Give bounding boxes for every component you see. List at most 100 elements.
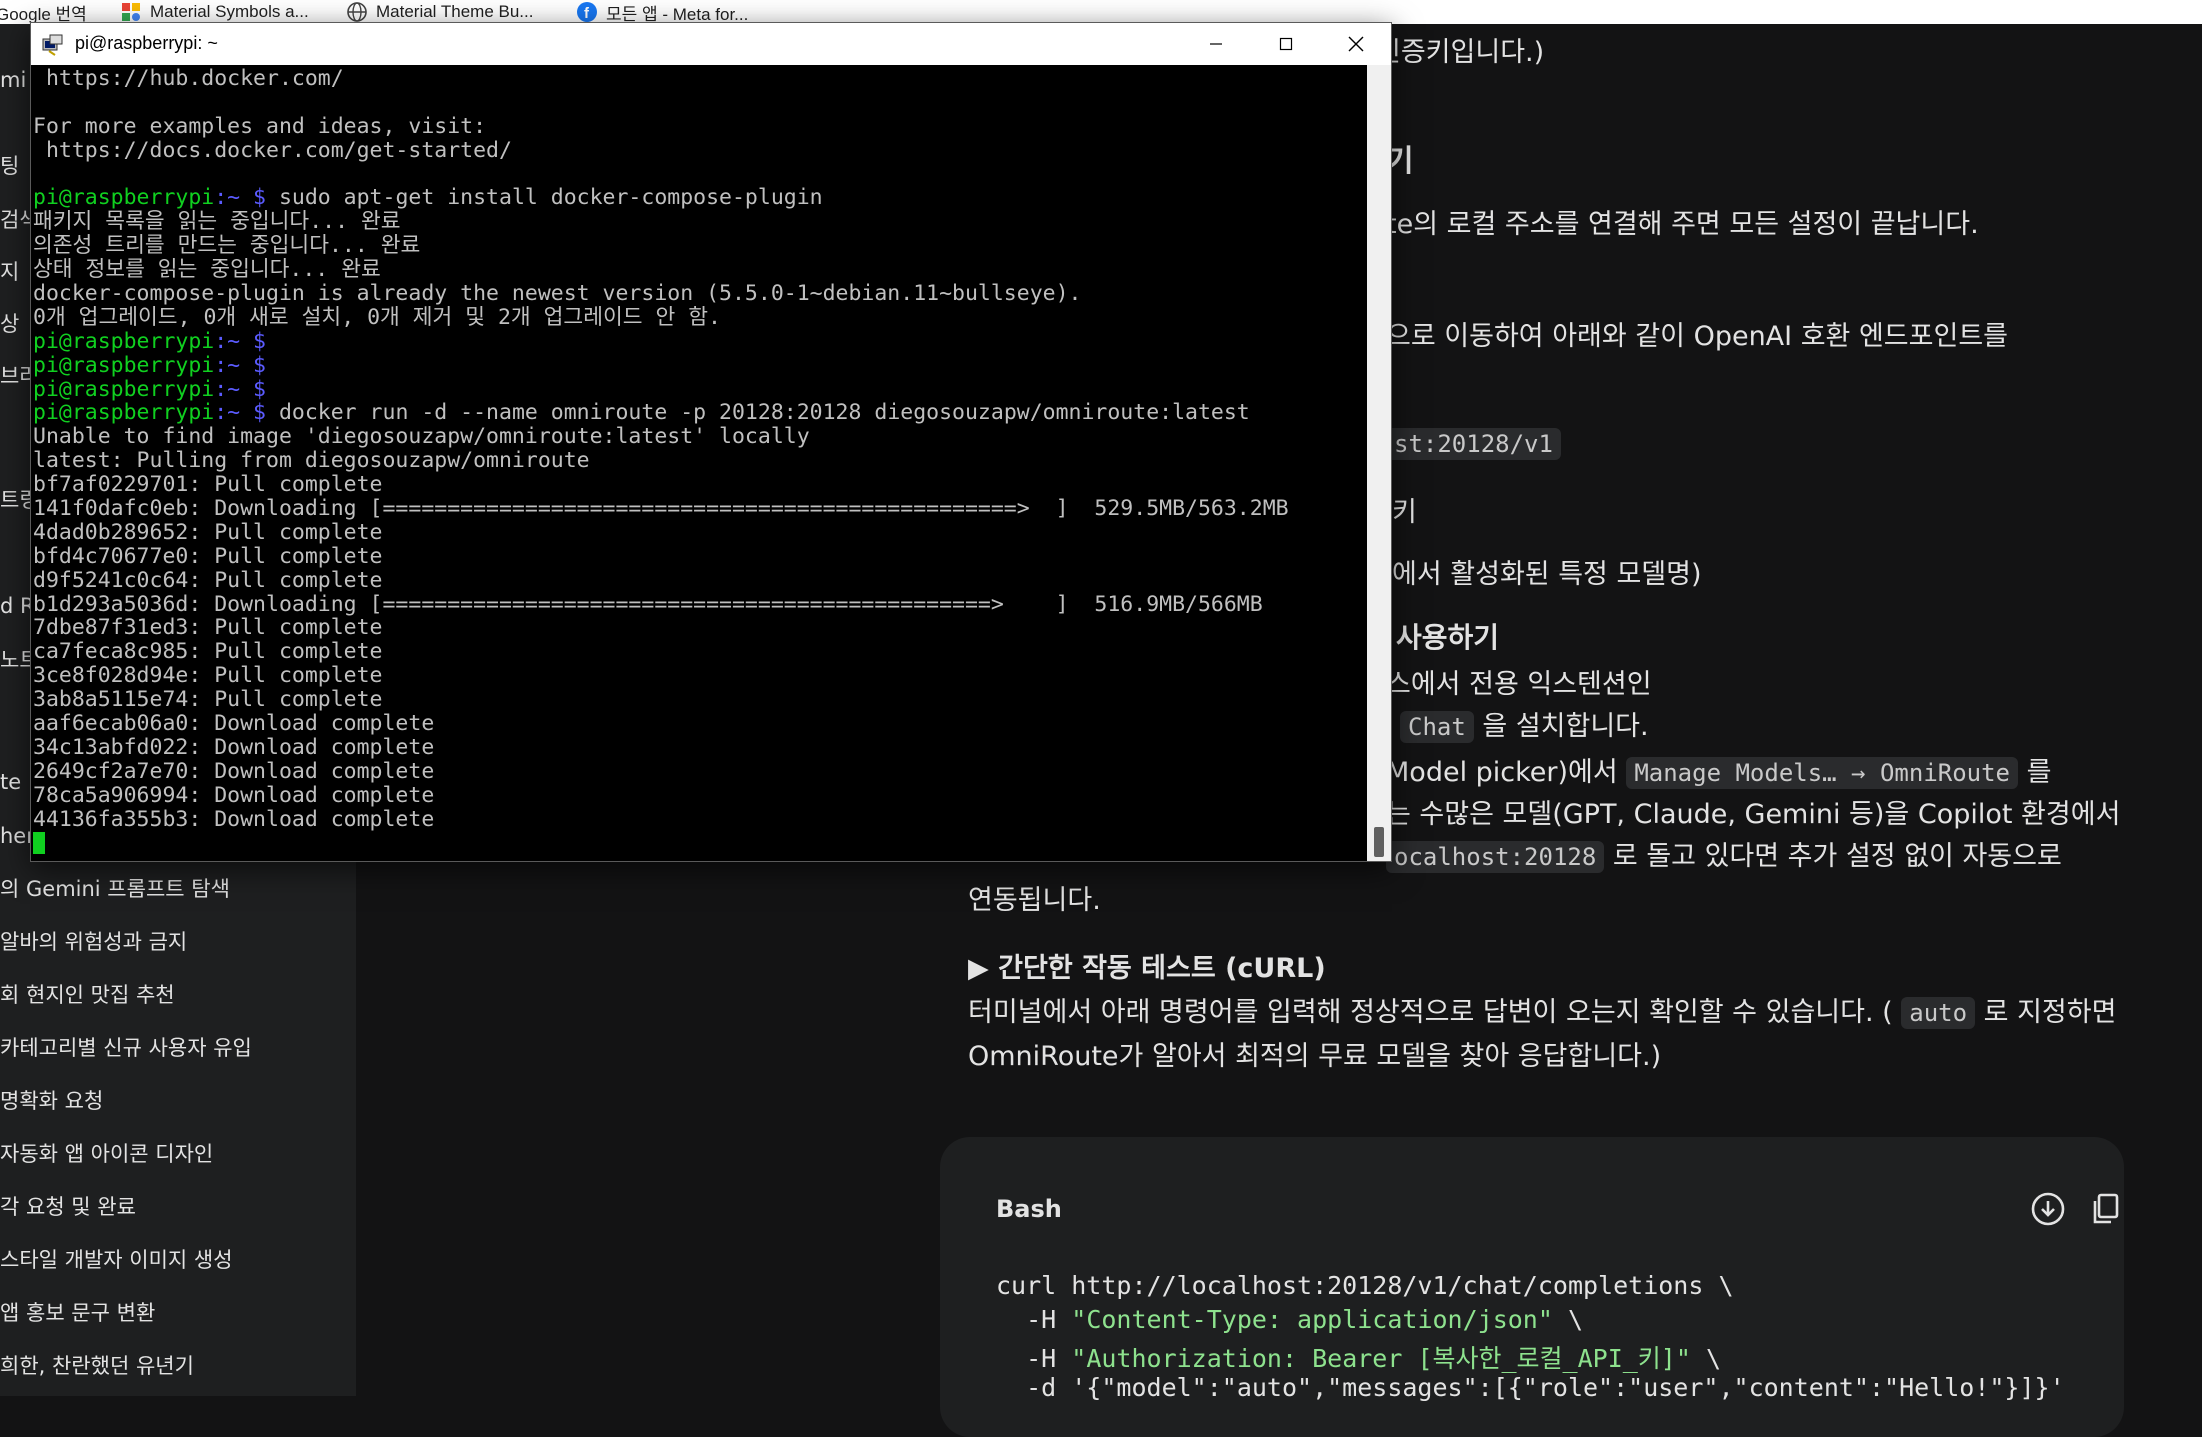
code-language-label: Bash — [996, 1195, 1062, 1223]
code-line: -H "Authorization: Bearer [복사한_로컬_API_키]… — [996, 1339, 1721, 1375]
terminal-line-text: 7dbe87f31ed3: Pull complete — [33, 616, 383, 641]
terminal-line-text: 3ab8a5115e74: Pull complete — [33, 688, 383, 713]
chat-history-item[interactable]: 앱 홍보 문구 변환 — [0, 1292, 340, 1332]
prompt-user: pi@raspberrypi — [33, 353, 215, 378]
prompt-user: pi@raspberrypi — [33, 377, 215, 402]
terminal-line: pi@raspberrypi:~ $ — [33, 354, 1367, 378]
terminal-line: https://docs.docker.com/get-started/ — [33, 139, 1367, 163]
inline-code-line: st:20128/v1 — [1386, 428, 1561, 460]
terminal-line-text: For more examples and ideas, visit: — [33, 114, 487, 139]
terminal-line: docker-compose-plugin is already the new… — [33, 282, 1367, 306]
chat-history-item[interactable]: 스타일 개발자 이미지 생성 — [0, 1239, 340, 1279]
terminal-line: 3ab8a5115e74: Pull complete — [33, 688, 1367, 712]
terminal-line-text: 상태 정보를 읽는 중입니다... 완료 — [33, 258, 381, 283]
copy-icon[interactable] — [2086, 1189, 2126, 1229]
terminal-line: d9f5241c0c64: Pull complete — [33, 569, 1367, 593]
terminal-line: 의존성 트리를 만드는 중입니다... 완료 — [33, 234, 1367, 258]
sidebar-fragment: te — [0, 770, 22, 794]
response-text: 스에서 전용 익스텐션인 — [1386, 669, 1652, 700]
response-text-prefix: 터미널에서 아래 명령어를 입력해 정상적으로 답변이 오는지 확인할 수 있습… — [968, 997, 1893, 1028]
section-heading: ▶ 간단한 작동 테스트 (cURL) — [968, 953, 1326, 984]
terminal-output[interactable]: https://hub.docker.com/For more examples… — [31, 65, 1367, 861]
code-line: -H "Content-Type: application/json" \ — [996, 1305, 1583, 1334]
material-symbols-icon — [120, 1, 142, 23]
download-icon[interactable] — [2028, 1189, 2068, 1229]
terminal-cursor-line — [33, 831, 1367, 856]
terminal-line: latest: Pulling from diegosouzapw/omniro… — [33, 449, 1367, 473]
code-line-text: -H — [996, 1344, 1072, 1373]
terminal-line-text: https://docs.docker.com/get-started/ — [33, 138, 512, 163]
sidebar-fragment: 지 — [0, 260, 20, 284]
response-text: 연동됩니다. — [968, 885, 1101, 916]
chat-history-item[interactable]: 알바의 위험성과 금지 — [0, 921, 340, 961]
terminal-line-text: 78ca5a906994: Download complete — [33, 783, 435, 808]
terminal-scrollbar[interactable] — [1367, 65, 1391, 861]
prompt-user: pi@raspberrypi — [33, 329, 215, 354]
bookmark-label: Material Theme Bu... — [376, 2, 534, 21]
terminal-line-text: sudo apt-get install docker-compose-plug… — [266, 186, 823, 211]
chat-history-item[interactable]: 의 Gemini 프롬프트 탐색 — [0, 868, 340, 908]
section-heading: 사용하기 — [1396, 621, 1500, 654]
bookmark-material-symbols[interactable]: Material Symbols a... — [120, 0, 309, 24]
response-text: 는 수많은 모델(GPT, Claude, Gemini 등)을 Copilot… — [1386, 799, 2121, 830]
response-text: 키 — [1392, 497, 1417, 528]
terminal-window[interactable]: pi@raspberrypi: ~ https://hub.docker.com… — [30, 22, 1392, 862]
chat-history-item[interactable]: 자동화 앱 아이콘 디자인 — [0, 1133, 340, 1173]
terminal-line: 141f0dafc0eb: Downloading [=============… — [33, 497, 1367, 521]
terminal-line: 상태 정보를 읽는 중입니다... 완료 — [33, 258, 1367, 282]
terminal-line: 44136fa355b3: Download complete — [33, 808, 1367, 832]
code-block: Bash curl http://localhost:20128/v1/chat… — [940, 1137, 2124, 1437]
chat-history-item[interactable]: 희한, 찬란했던 유년기 — [0, 1345, 340, 1385]
terminal-line-text: Unable to find image 'diegosouzapw/omnir… — [33, 425, 810, 450]
code-string: "Content-Type: application/json" — [1071, 1305, 1553, 1334]
sidebar-fragment: 팅 — [0, 154, 20, 178]
sidebar-fragment: mi — [0, 68, 27, 92]
terminal-line: https://hub.docker.com/ — [33, 67, 1367, 91]
maximize-button[interactable] — [1251, 23, 1321, 65]
globe-icon — [346, 1, 368, 23]
code-line: curl http://localhost:20128/v1/chat/comp… — [996, 1271, 1734, 1300]
terminal-line: For more examples and ideas, visit: — [33, 115, 1367, 139]
code-line-text: -H — [996, 1305, 1072, 1334]
response-text: 인증키입니다.) — [1376, 37, 1545, 68]
terminal-line: 4dad0b289652: Pull complete — [33, 521, 1367, 545]
terminal-line-text: 4dad0b289652: Pull complete — [33, 520, 383, 545]
terminal-line-text: docker run -d --name omniroute -p 20128:… — [266, 401, 1250, 426]
chat-history-item[interactable]: 카테고리별 신규 사용자 유입 — [0, 1027, 340, 1067]
response-text: 으로 이동하여 아래와 같이 OpenAI 호환 엔드포인트를 — [1386, 321, 2009, 352]
terminal-line-text: 3ce8f028d94e: Pull complete — [33, 664, 383, 689]
response-text: 에서 활성화된 특정 모델명) — [1392, 559, 1702, 590]
terminal-line-text: 의존성 트리를 만드는 중입니다... 완료 — [33, 234, 421, 259]
scrollbar-thumb[interactable] — [1374, 827, 1384, 857]
response-text: ocalhost:20128 로 돌고 있다면 추가 설정 없이 자동으로 — [1386, 834, 2062, 873]
terminal-title-bar[interactable]: pi@raspberrypi: ~ — [31, 23, 1391, 65]
code-line: -d '{"model":"auto","messages":[{"role":… — [996, 1373, 2065, 1402]
terminal-line: Unable to find image 'diegosouzapw/omnir… — [33, 425, 1367, 449]
inline-code: Manage Models… → OmniRoute — [1626, 757, 2019, 789]
bookmark-label: 모든 앱 - Meta for... — [606, 4, 749, 24]
bookmark-meta[interactable]: f 모든 앱 - Meta for... — [576, 0, 748, 24]
close-button[interactable] — [1321, 23, 1391, 65]
inline-code: auto — [1901, 997, 1976, 1029]
putty-icon — [41, 33, 65, 57]
terminal-line: 7dbe87f31ed3: Pull complete — [33, 616, 1367, 640]
chat-history-item[interactable]: 명확화 요청 — [0, 1080, 340, 1120]
chat-history-item[interactable]: 각 요청 및 완료 — [0, 1186, 340, 1226]
terminal-line: 78ca5a906994: Download complete — [33, 784, 1367, 808]
terminal-line-text: 패키지 목록을 읽는 중입니다... 완료 — [33, 210, 401, 235]
inline-code: st:20128/v1 — [1386, 428, 1561, 460]
terminal-title: pi@raspberrypi: ~ — [75, 33, 218, 53]
minimize-button[interactable] — [1181, 23, 1251, 65]
terminal-line: 패키지 목록을 읽는 중입니다... 완료 — [33, 210, 1367, 234]
terminal-line-text: bf7af0229701: Pull complete — [33, 473, 383, 498]
terminal-line: ca7feca8c985: Pull complete — [33, 640, 1367, 664]
chat-history-item[interactable]: 회 현지인 맛집 추천 — [0, 974, 340, 1014]
bookmark-material-theme[interactable]: Material Theme Bu... — [346, 0, 533, 24]
facebook-icon: f — [576, 1, 598, 23]
prompt-user: pi@raspberrypi — [33, 401, 215, 426]
terminal-line-text: https://hub.docker.com/ — [33, 67, 344, 91]
terminal-line: 0개 업그레이드, 0개 새로 설치, 0개 제거 및 2개 업그레이드 안 함… — [33, 306, 1367, 330]
bookmark-google-translate[interactable]: Google 번역 — [0, 0, 87, 24]
